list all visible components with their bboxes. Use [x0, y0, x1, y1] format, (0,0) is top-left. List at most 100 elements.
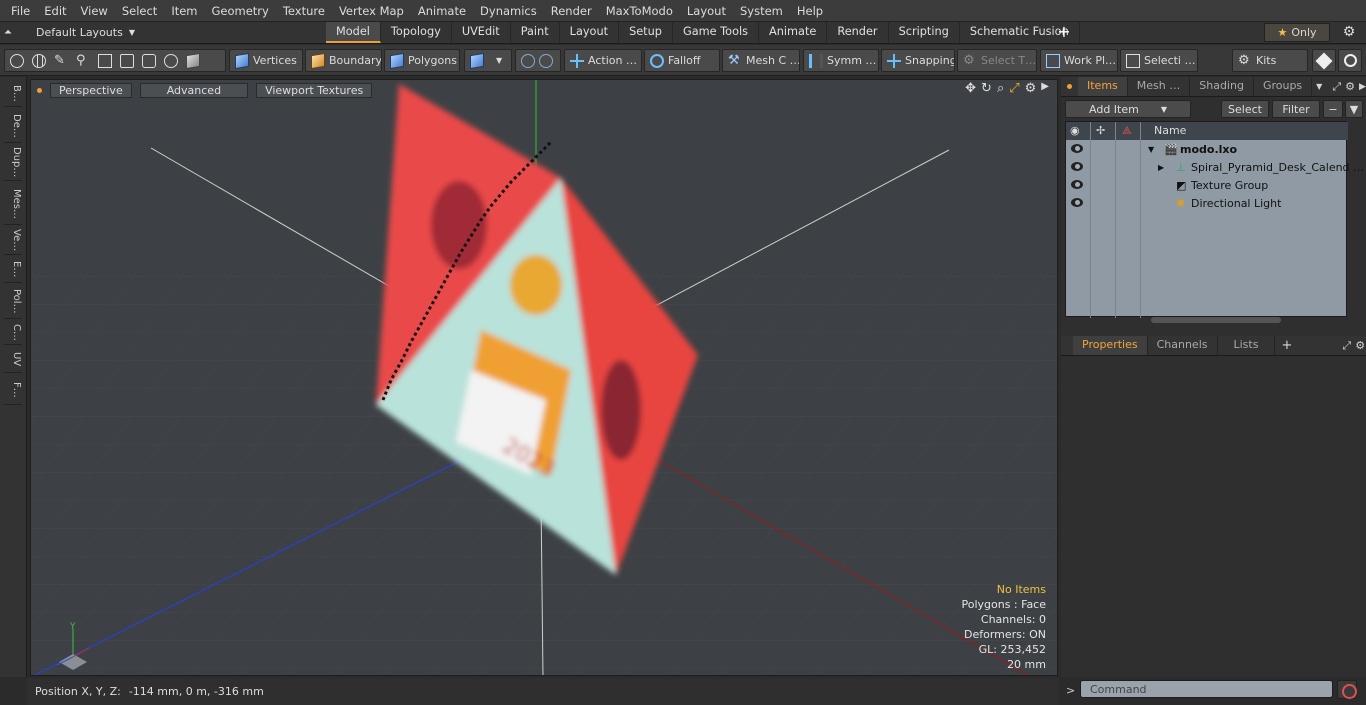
mesh-constraint-button[interactable]: ⚒ Mesh C …	[722, 49, 800, 72]
pie-icon[interactable]	[164, 53, 178, 68]
add-item-button[interactable]: Add Item ▼	[1065, 100, 1191, 118]
menu-help[interactable]: Help	[790, 4, 830, 18]
tab-properties[interactable]: Properties	[1073, 336, 1148, 355]
record-icon[interactable]	[1337, 680, 1357, 699]
menu-vertex-map[interactable]: Vertex Map	[332, 4, 411, 18]
menu-animate[interactable]: Animate	[411, 4, 473, 18]
left-tab-polygon[interactable]: Pol…	[4, 285, 22, 319]
symmetry-button[interactable]: Symm …	[803, 49, 879, 72]
selection-sets-button[interactable]: Selecti …	[1120, 49, 1198, 72]
menu-maxtomodo[interactable]: MaxToModo	[599, 4, 680, 18]
tab-items[interactable]: Items	[1078, 77, 1128, 96]
viewport-textures-button[interactable]: Viewport Textures	[256, 82, 373, 98]
name-column-header[interactable]: Name	[1154, 124, 1186, 137]
gear-icon[interactable]: ⚙	[1337, 23, 1361, 42]
left-tab-deform[interactable]: De…	[4, 109, 22, 143]
solid-cube-icon[interactable]	[186, 52, 200, 69]
maximize-icon[interactable]: ⤢	[1009, 81, 1019, 96]
eye-icon[interactable]	[1071, 144, 1083, 153]
menu-geometry[interactable]: Geometry	[205, 4, 276, 18]
panel-arrow-icon[interactable]: ▶	[1359, 82, 1366, 92]
pan-icon[interactable]: ✥	[965, 81, 976, 96]
zoom-icon[interactable]: ⌕	[997, 81, 1004, 96]
pen-icon[interactable]: ✎	[54, 53, 68, 68]
layout-dropdown[interactable]: ⏶ Default Layouts ▼	[4, 22, 135, 43]
unreal-icon[interactable]	[1338, 49, 1362, 72]
tab-shading[interactable]: Shading	[1190, 77, 1254, 96]
left-tab-uv[interactable]: UV	[4, 347, 22, 373]
select-mode-group[interactable]	[515, 49, 561, 72]
rotate-icon[interactable]: ↻	[981, 81, 992, 96]
panel-gear-icon[interactable]: ⚙	[1355, 339, 1365, 352]
brush-icon[interactable]: ⚲	[76, 53, 90, 68]
snapping-button[interactable]: Snapping	[881, 49, 955, 72]
funnel-icon[interactable]: ▼	[1345, 100, 1363, 118]
vertices-button[interactable]: Vertices	[229, 49, 303, 72]
unity-icon[interactable]	[1312, 49, 1336, 72]
add-tab-icon[interactable]: +	[1056, 22, 1072, 43]
menu-edit[interactable]: Edit	[37, 4, 73, 18]
chevron-down-icon[interactable]: ▼	[1316, 82, 1322, 91]
tab-paint[interactable]: Paint	[511, 22, 560, 43]
filter-button[interactable]: Filter	[1272, 100, 1320, 118]
left-tab-vertex[interactable]: Ve…	[4, 227, 22, 255]
tab-uvedit[interactable]: UVEdit	[452, 22, 511, 43]
only-button[interactable]: ★ Only	[1264, 23, 1330, 42]
circle-select-icon[interactable]	[10, 53, 24, 68]
tab-setup[interactable]: Setup	[619, 22, 673, 43]
tab-mesh[interactable]: Mesh …	[1128, 77, 1191, 96]
layout-up-arrow-icon[interactable]: ⏶	[4, 27, 12, 38]
left-tab-basic[interactable]: B…	[4, 81, 22, 107]
items-scrollbar[interactable]	[1151, 317, 1281, 323]
tree-row-modo[interactable]: ▼ 🎬 modo.lxo	[1066, 140, 1348, 158]
tab-layout[interactable]: Layout	[560, 22, 620, 43]
kits-button[interactable]: ⚙ Kits	[1232, 49, 1308, 72]
menu-select[interactable]: Select	[115, 4, 164, 18]
left-tab-edge[interactable]: E…	[4, 257, 22, 283]
align-icon[interactable]	[98, 53, 112, 68]
expand-arrow-icon[interactable]: ▶	[1158, 163, 1164, 172]
falloff-button[interactable]: Falloff	[644, 49, 720, 72]
select-button[interactable]: Select	[1221, 100, 1269, 118]
tab-model[interactable]: Model	[326, 22, 381, 43]
bound-icon[interactable]	[142, 53, 156, 68]
boundary-button[interactable]: Boundary	[305, 49, 382, 72]
collapse-icon[interactable]: −	[1323, 100, 1343, 118]
left-tab-mesh[interactable]: Mes…	[4, 183, 22, 225]
viewport-arrow-icon[interactable]: ▶	[1041, 81, 1049, 96]
eye-icon[interactable]	[1066, 176, 1090, 194]
menu-dynamics[interactable]: Dynamics	[473, 4, 544, 18]
perspective-button[interactable]: Perspective	[50, 82, 132, 98]
viewport-gear-icon[interactable]: ⚙	[1025, 81, 1037, 96]
panel-gear-icon[interactable]: ⚙	[1345, 80, 1355, 93]
polygons-button[interactable]: Polygons	[384, 49, 460, 72]
tab-topology[interactable]: Topology	[381, 22, 452, 43]
add-tab-icon[interactable]: +	[1281, 338, 1292, 353]
expand-arrow-icon[interactable]: ▼	[1148, 145, 1154, 154]
tab-scripting[interactable]: Scripting	[889, 22, 960, 43]
center-icon[interactable]	[120, 53, 134, 68]
eye-icon[interactable]	[1071, 162, 1083, 171]
advanced-button[interactable]: Advanced	[139, 82, 249, 98]
select-through-button[interactable]: ⚙ Select T…	[957, 49, 1037, 72]
tab-render[interactable]: Render	[827, 22, 889, 43]
tree-row-texture-group[interactable]: ◩ Texture Group	[1066, 176, 1348, 194]
menu-view[interactable]: View	[74, 4, 115, 18]
maximize-icon[interactable]: ⤢	[1342, 339, 1351, 353]
menu-render[interactable]: Render	[544, 4, 599, 18]
left-tab-fusion[interactable]: F…	[4, 375, 22, 405]
maximize-icon[interactable]: ⤢	[1332, 80, 1341, 94]
item-mode-button[interactable]: ▼	[464, 49, 512, 72]
tab-lists[interactable]: Lists	[1218, 336, 1276, 355]
menu-texture[interactable]: Texture	[276, 4, 332, 18]
tree-row-directional-light[interactable]: ✺ Directional Light	[1066, 194, 1348, 212]
tree-row-mesh[interactable]: ▶ ⊥ Spiral_Pyramid_Desk_Calend …	[1066, 158, 1364, 176]
work-plane-button[interactable]: Work Pl…	[1040, 49, 1118, 72]
tab-channels[interactable]: Channels	[1148, 336, 1218, 355]
3d-viewport[interactable]: 2023 Y Perspective Advanced Viewport Tex…	[30, 79, 1058, 676]
menu-layout[interactable]: Layout	[680, 4, 733, 18]
tab-game-tools[interactable]: Game Tools	[673, 22, 760, 43]
tab-groups[interactable]: Groups	[1254, 77, 1313, 96]
left-tab-curve[interactable]: C…	[4, 321, 22, 345]
left-tab-duplicate[interactable]: Dup…	[4, 145, 22, 181]
